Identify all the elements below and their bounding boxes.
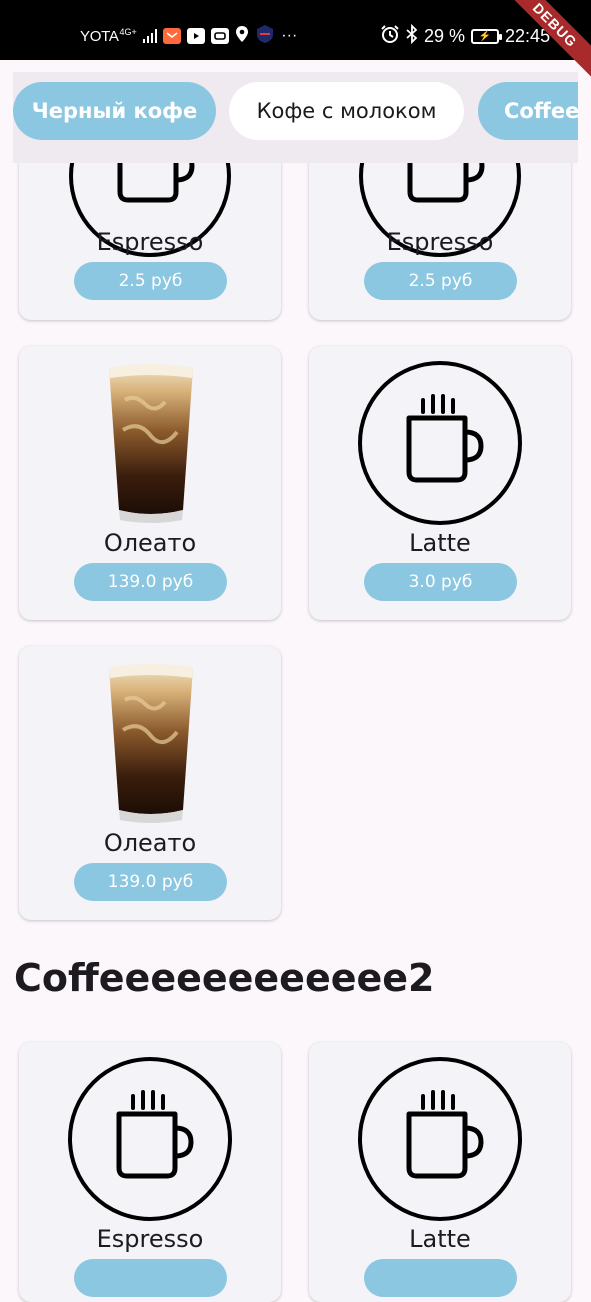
price-button[interactable]: 139.0 руб xyxy=(74,563,227,601)
price-button[interactable]: 2.5 руб xyxy=(74,262,227,300)
product-name: Олеато xyxy=(103,529,197,557)
product-card[interactable]: Latte 3.0 руб xyxy=(309,346,571,620)
section-title: Coffeeeeeeeeeeee2 xyxy=(14,956,435,1000)
status-bar: YOTA 4G+ ··· 29 % ⚡ 22:45 xyxy=(0,0,591,60)
tab-coffee-with-milk[interactable]: Кофе с молоком xyxy=(229,82,464,140)
price-button[interactable]: 139.0 руб xyxy=(74,863,227,901)
network-type-label: 4G+ xyxy=(119,27,137,37)
status-right: 29 % ⚡ 22:45 xyxy=(380,23,550,49)
product-card[interactable]: Олеато 139.0 руб xyxy=(19,646,281,920)
signal-icon xyxy=(142,29,158,43)
price-button[interactable] xyxy=(364,1259,517,1297)
screen-icon xyxy=(211,28,230,44)
product-name: Latte xyxy=(409,529,471,557)
more-dots-icon: ··· xyxy=(281,27,298,44)
product-name: Espresso xyxy=(96,1225,204,1253)
category-tabs: Черный кофе Кофе с молоком Coffeeeeeeeee… xyxy=(13,72,578,163)
tab-label: Кофе с молоком xyxy=(256,99,437,123)
cup-icon xyxy=(358,361,522,525)
product-name: Espresso xyxy=(96,228,204,256)
cup-icon xyxy=(358,1057,522,1221)
product-card[interactable]: Espresso xyxy=(19,1042,281,1302)
alarm-icon xyxy=(380,24,400,49)
status-left: YOTA 4G+ ··· xyxy=(80,24,297,48)
tab-label: Coffeeeeeeeeeeee2 xyxy=(504,99,578,123)
product-card[interactable]: Latte xyxy=(309,1042,571,1302)
gosuslugi-icon xyxy=(255,24,275,49)
price-button[interactable]: 3.0 руб xyxy=(364,563,517,601)
product-name: Latte xyxy=(409,1225,471,1253)
youtube-icon xyxy=(187,28,206,44)
iced-coffee-photo xyxy=(109,664,193,823)
tab-label: Черный кофе xyxy=(31,99,198,123)
product-name: Олеато xyxy=(103,829,197,857)
cup-icon xyxy=(68,1057,232,1221)
bluetooth-icon xyxy=(406,23,418,49)
tab-coffee2[interactable]: Coffeeeeeeeeeeee2 xyxy=(478,82,578,140)
product-name: Espresso xyxy=(386,228,494,256)
tab-black-coffee[interactable]: Черный кофе xyxy=(13,82,216,140)
location-icon xyxy=(235,25,249,48)
mail-app-icon xyxy=(163,28,182,44)
carrier-label: YOTA xyxy=(80,27,119,45)
battery-icon: ⚡ xyxy=(471,28,503,44)
battery-percent: 29 % xyxy=(424,25,466,46)
iced-coffee-photo xyxy=(109,364,193,523)
price-button[interactable]: 2.5 руб xyxy=(364,262,517,300)
price-button[interactable] xyxy=(74,1259,227,1297)
product-card[interactable]: Олеато 139.0 руб xyxy=(19,346,281,620)
